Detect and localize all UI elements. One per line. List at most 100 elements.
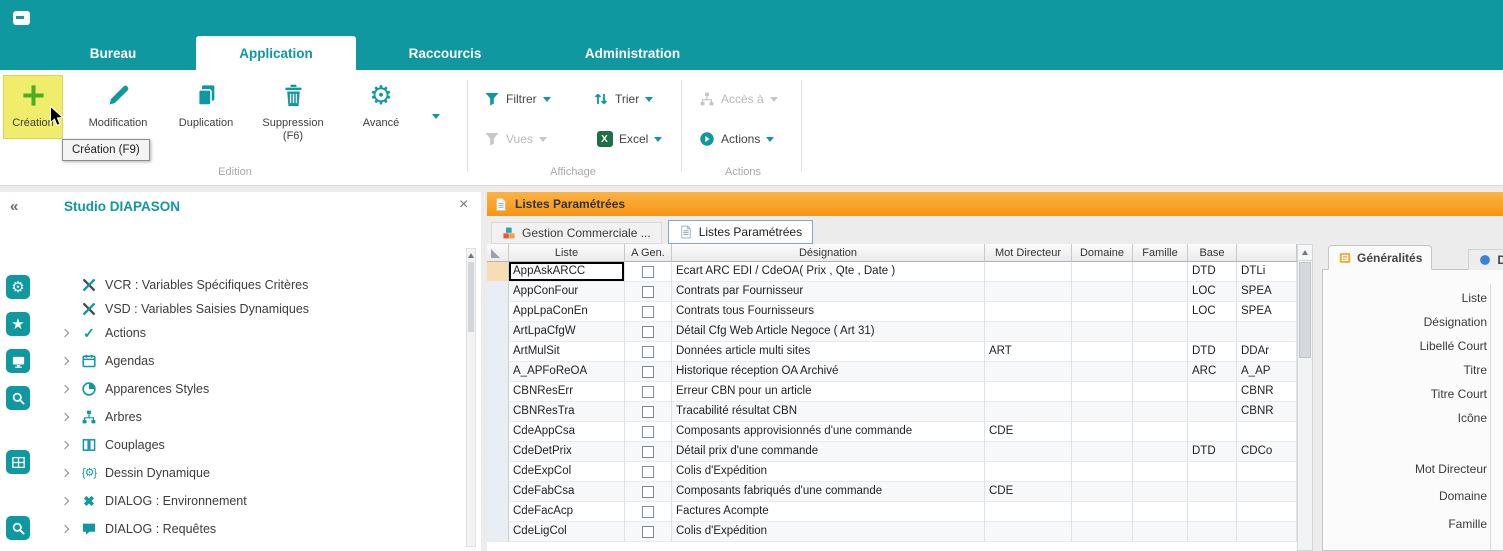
row-selector[interactable]	[487, 442, 509, 462]
ribbon-tab-2[interactable]: Application	[196, 36, 356, 70]
cell-a-gen[interactable]	[625, 402, 672, 422]
table-row[interactable]: AppAskARCC Ecart ARC EDI / CdeOA( Prix , …	[487, 262, 1297, 282]
document-tab-2[interactable]: Listes Paramétrées	[668, 220, 813, 244]
cell-col9[interactable]: DTLi	[1237, 262, 1297, 282]
cell-col9[interactable]	[1237, 462, 1297, 482]
cell-domaine[interactable]	[1072, 382, 1133, 402]
checkbox[interactable]	[642, 346, 654, 358]
cell-designation[interactable]: Contrats tous Fournisseurs	[672, 302, 985, 322]
checkbox[interactable]	[642, 406, 654, 418]
checkbox[interactable]	[642, 286, 654, 298]
cell-famille[interactable]	[1133, 322, 1188, 342]
column-header-mot_directeur[interactable]: Mot Directeur	[985, 244, 1072, 262]
modification-button[interactable]: Modification	[74, 76, 162, 148]
cell-famille[interactable]	[1133, 422, 1188, 442]
cell-domaine[interactable]	[1072, 262, 1133, 282]
column-header-designation[interactable]: Désignation	[672, 244, 985, 262]
cell-liste[interactable]: CdeFabCsa	[509, 482, 625, 502]
row-selector[interactable]	[487, 282, 509, 302]
cell-designation[interactable]: Factures Acompte	[672, 502, 985, 522]
cell-domaine[interactable]	[1072, 522, 1133, 542]
cell-famille[interactable]	[1133, 362, 1188, 382]
column-header-famille[interactable]: Famille	[1133, 244, 1188, 262]
row-selector[interactable]	[487, 322, 509, 342]
cell-famille[interactable]	[1133, 462, 1188, 482]
cell-base[interactable]: LOC	[1188, 302, 1237, 322]
tree-item[interactable]: ✓Actions	[40, 320, 464, 346]
row-selector[interactable]	[487, 342, 509, 362]
cell-liste[interactable]: A_APFoReOA	[509, 362, 625, 382]
cell-designation[interactable]: Erreur CBN pour un article	[672, 382, 985, 402]
cell-a-gen[interactable]	[625, 302, 672, 322]
cell-famille[interactable]	[1133, 502, 1188, 522]
table-row[interactable]: CBNResTra Tracabilité résultat CBN CBNR	[487, 402, 1297, 422]
cell-base[interactable]	[1188, 382, 1237, 402]
cell-base[interactable]: DTD	[1188, 342, 1237, 362]
search-icon-2[interactable]	[6, 516, 30, 540]
cell-col9[interactable]	[1237, 502, 1297, 522]
cell-domaine[interactable]	[1072, 342, 1133, 362]
suppression-button[interactable]: Suppression (F6)	[250, 76, 336, 148]
table-row[interactable]: CBNResErr Erreur CBN pour un article CBNR	[487, 382, 1297, 402]
cell-a-gen[interactable]	[625, 522, 672, 542]
grid-scrollbar[interactable]	[1297, 244, 1313, 551]
row-selector[interactable]	[487, 262, 509, 282]
cell-mot_directeur[interactable]	[985, 382, 1072, 402]
tree-item[interactable]: Couplages	[40, 432, 464, 458]
cell-liste[interactable]: CBNResTra	[509, 402, 625, 422]
cell-designation[interactable]: Ecart ARC EDI / CdeOA( Prix , Qte , Date…	[672, 262, 985, 282]
cell-base[interactable]	[1188, 502, 1237, 522]
row-selector[interactable]	[487, 462, 509, 482]
cell-mot_directeur[interactable]	[985, 282, 1072, 302]
select-all-corner[interactable]	[487, 244, 509, 262]
cell-domaine[interactable]	[1072, 362, 1133, 382]
tree-item[interactable]: Arbres	[40, 404, 464, 430]
ribbon-tab-4[interactable]: Administration	[545, 36, 720, 70]
column-header-domaine[interactable]: Domaine	[1072, 244, 1133, 262]
cell-col9[interactable]	[1237, 482, 1297, 502]
row-selector[interactable]	[487, 302, 509, 322]
cell-mot_directeur[interactable]	[985, 402, 1072, 422]
checkbox[interactable]	[642, 486, 654, 498]
cell-mot_directeur[interactable]	[985, 262, 1072, 282]
cell-liste[interactable]: ArtMulSit	[509, 342, 625, 362]
column-header-col9[interactable]	[1237, 244, 1297, 262]
row-selector[interactable]	[487, 402, 509, 422]
cell-col9[interactable]: CBNR	[1237, 382, 1297, 402]
cell-domaine[interactable]	[1072, 422, 1133, 442]
cell-liste[interactable]: CBNResErr	[509, 382, 625, 402]
cell-a-gen[interactable]	[625, 362, 672, 382]
cell-liste[interactable]: AppLpaConEn	[509, 302, 625, 322]
column-header-liste[interactable]: Liste	[509, 244, 625, 262]
checkbox[interactable]	[642, 426, 654, 438]
actions-button[interactable]: Actions	[698, 128, 774, 150]
cell-liste[interactable]: AppConFour	[509, 282, 625, 302]
cell-famille[interactable]	[1133, 262, 1188, 282]
cell-base[interactable]: DTD	[1188, 262, 1237, 282]
cell-col9[interactable]: SPEA	[1237, 282, 1297, 302]
cell-base[interactable]	[1188, 322, 1237, 342]
checkbox[interactable]	[642, 526, 654, 538]
cell-mot_directeur[interactable]: CDE	[985, 422, 1072, 442]
cell-col9[interactable]: CBNR	[1237, 402, 1297, 422]
scroll-up-button[interactable]	[467, 249, 475, 261]
table-row[interactable]: ArtMulSitDonnées article multi sitesARTD…	[487, 342, 1297, 362]
table-row[interactable]: CdeDetPrixDétail prix d'une commandeDTDC…	[487, 442, 1297, 462]
acces-a-button[interactable]: Accès à	[698, 88, 778, 110]
details-tab-1[interactable]: Généralités	[1328, 245, 1432, 270]
cell-a-gen[interactable]	[625, 442, 672, 462]
cell-designation[interactable]: Tracabilité résultat CBN	[672, 402, 985, 422]
cell-famille[interactable]	[1133, 522, 1188, 542]
duplication-button[interactable]: Duplication	[166, 76, 246, 148]
cell-col9[interactable]: CDCo	[1237, 442, 1297, 462]
cell-liste[interactable]: AppAskARCC	[509, 262, 625, 282]
cell-a-gen[interactable]	[625, 502, 672, 522]
cell-domaine[interactable]	[1072, 402, 1133, 422]
ribbon-tab-1[interactable]: Bureau	[58, 36, 168, 70]
tree-item[interactable]: VCR : Variables Spécifiques Critères	[40, 272, 464, 298]
cell-mot_directeur[interactable]	[985, 442, 1072, 462]
sidebar-scrollbar[interactable]	[466, 248, 476, 547]
cell-domaine[interactable]	[1072, 322, 1133, 342]
cell-domaine[interactable]	[1072, 482, 1133, 502]
cell-famille[interactable]	[1133, 402, 1188, 422]
